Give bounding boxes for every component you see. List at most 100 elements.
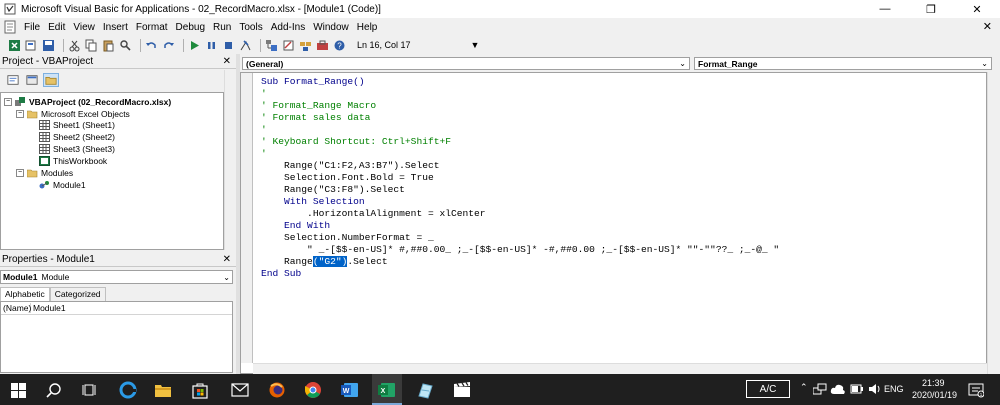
property-row[interactable]: (Name) Module1: [1, 302, 232, 315]
code-line[interactable]: ': [261, 124, 779, 136]
network-icon[interactable]: [813, 383, 827, 395]
find-icon[interactable]: [119, 39, 132, 52]
project-scrollbar[interactable]: [224, 70, 236, 250]
menu-view[interactable]: View: [69, 22, 99, 33]
battery-icon[interactable]: [850, 383, 864, 395]
volume-icon[interactable]: [868, 383, 882, 395]
property-value[interactable]: Module1: [31, 303, 66, 313]
code-line[interactable]: ' Keyboard Shortcut: Ctrl+Shift+F: [261, 136, 779, 148]
tree-node-modules[interactable]: − Modules: [16, 168, 73, 178]
word-icon[interactable]: W: [340, 380, 360, 400]
minimize-icon[interactable]: —: [862, 0, 908, 18]
code-margin[interactable]: [241, 73, 253, 363]
notifications-icon[interactable]: 1: [968, 382, 984, 398]
clock-date[interactable]: 2020/01/19: [912, 390, 957, 400]
restore-icon[interactable]: ❐: [908, 0, 954, 18]
code-line[interactable]: Sub Format_Range(): [261, 76, 779, 88]
code-line[interactable]: ' Format sales data: [261, 112, 779, 124]
code-line[interactable]: Range("C3:F8").Select: [261, 184, 779, 196]
toolbox-icon[interactable]: [316, 39, 329, 52]
code-line[interactable]: " _-[$$-en-US]* #,##0.00_ ;_-[$$-en-US]*…: [261, 244, 779, 256]
code-line[interactable]: .HorizontalAlignment = xlCenter: [261, 208, 779, 220]
mail-icon[interactable]: [230, 380, 250, 400]
windows-start-icon[interactable]: [8, 380, 28, 400]
object-browser-icon[interactable]: [299, 39, 312, 52]
chevron-down-icon[interactable]: ⌄: [223, 273, 230, 282]
code-line[interactable]: With Selection: [261, 196, 779, 208]
store-icon[interactable]: [190, 380, 210, 400]
tab-categorized[interactable]: Categorized: [49, 287, 106, 301]
code-line[interactable]: End With: [261, 220, 779, 232]
copy-icon[interactable]: [85, 39, 98, 52]
close-project-pane-icon[interactable]: ✕: [223, 56, 231, 67]
tree-node-module1[interactable]: Module1: [39, 180, 86, 190]
code-line[interactable]: ': [261, 148, 779, 160]
break-icon[interactable]: [205, 39, 218, 52]
file-explorer-icon[interactable]: [153, 380, 173, 400]
code-line[interactable]: End Sub: [261, 268, 779, 280]
tab-alphabetic[interactable]: Alphabetic: [0, 287, 50, 301]
tree-node-sheet3[interactable]: Sheet3 (Sheet3): [39, 144, 115, 154]
code-horizontal-scrollbar[interactable]: [253, 363, 987, 374]
chevron-up-icon[interactable]: ⌃: [800, 382, 808, 393]
collapse-icon[interactable]: −: [16, 110, 24, 118]
toolbar-overflow-icon[interactable]: ▼: [471, 40, 480, 50]
menu-run[interactable]: Run: [209, 22, 235, 33]
code-line[interactable]: Range("C1:F2,A3:B7").Select: [261, 160, 779, 172]
task-view-icon[interactable]: [80, 380, 100, 400]
run-icon[interactable]: [188, 39, 201, 52]
close-icon[interactable]: ✕: [954, 0, 1000, 18]
toggle-folders-icon[interactable]: [43, 73, 59, 87]
paste-icon[interactable]: [102, 39, 115, 52]
tree-node-vbaproject[interactable]: − VBAProject (02_RecordMacro.xlsx): [4, 97, 171, 107]
collapse-icon[interactable]: −: [16, 169, 24, 177]
undo-icon[interactable]: [145, 39, 158, 52]
edge-browser-icon[interactable]: [118, 380, 138, 400]
chevron-down-icon[interactable]: ⌄: [679, 59, 686, 68]
firefox-icon[interactable]: [267, 380, 287, 400]
menu-file[interactable]: File: [20, 22, 44, 33]
selected-text[interactable]: ("G2"): [312, 256, 348, 267]
notepad-icon[interactable]: [415, 380, 435, 400]
close-module-icon[interactable]: ✕: [983, 20, 992, 33]
reset-icon[interactable]: [222, 39, 235, 52]
code-line[interactable]: ': [261, 88, 779, 100]
ac-indicator[interactable]: A/C: [746, 380, 790, 398]
excel-icon[interactable]: X: [372, 374, 402, 405]
tree-node-sheet2[interactable]: Sheet2 (Sheet2): [39, 132, 115, 142]
menu-debug[interactable]: Debug: [172, 22, 209, 33]
tree-node-thisworkbook[interactable]: ThisWorkbook: [39, 156, 107, 166]
search-icon[interactable]: [44, 380, 64, 400]
chrome-icon[interactable]: [303, 380, 323, 400]
code-line-current[interactable]: Range("G2").Select: [261, 256, 779, 268]
menu-edit[interactable]: Edit: [44, 22, 69, 33]
project-explorer-icon[interactable]: [265, 39, 278, 52]
module-document-icon[interactable]: [3, 20, 17, 34]
code-text[interactable]: Sub Format_Range() ' ' Format_Range Macr…: [261, 76, 779, 280]
chevron-down-icon[interactable]: ⌄: [981, 59, 988, 68]
insert-module-icon[interactable]: [25, 39, 38, 52]
menu-add-ins[interactable]: Add-Ins: [267, 22, 309, 33]
view-code-icon[interactable]: [5, 73, 21, 87]
save-icon[interactable]: [42, 39, 55, 52]
code-line[interactable]: ' Format_Range Macro: [261, 100, 779, 112]
cut-icon[interactable]: [68, 39, 81, 52]
object-combo[interactable]: (General) ⌄: [242, 57, 690, 70]
tree-node-excel-objects[interactable]: − Microsoft Excel Objects: [16, 109, 130, 119]
collapse-icon[interactable]: −: [4, 98, 12, 106]
properties-window-icon[interactable]: [282, 39, 295, 52]
code-vertical-scrollbar[interactable]: [987, 72, 1000, 374]
cloud-icon[interactable]: [830, 383, 846, 395]
help-icon[interactable]: ?: [333, 39, 346, 52]
menu-tools[interactable]: Tools: [235, 22, 266, 33]
menu-window[interactable]: Window: [309, 22, 353, 33]
clock-time[interactable]: 21:39: [922, 378, 945, 388]
redo-icon[interactable]: [162, 39, 175, 52]
close-properties-pane-icon[interactable]: ✕: [223, 254, 231, 265]
code-line[interactable]: Selection.NumberFormat = _: [261, 232, 779, 244]
tree-node-sheet1[interactable]: Sheet1 (Sheet1): [39, 120, 115, 130]
video-editor-icon[interactable]: [452, 380, 472, 400]
procedure-combo[interactable]: Format_Range ⌄: [694, 57, 992, 70]
menu-insert[interactable]: Insert: [99, 22, 132, 33]
properties-object-select[interactable]: Module1 Module ⌄: [0, 270, 233, 284]
